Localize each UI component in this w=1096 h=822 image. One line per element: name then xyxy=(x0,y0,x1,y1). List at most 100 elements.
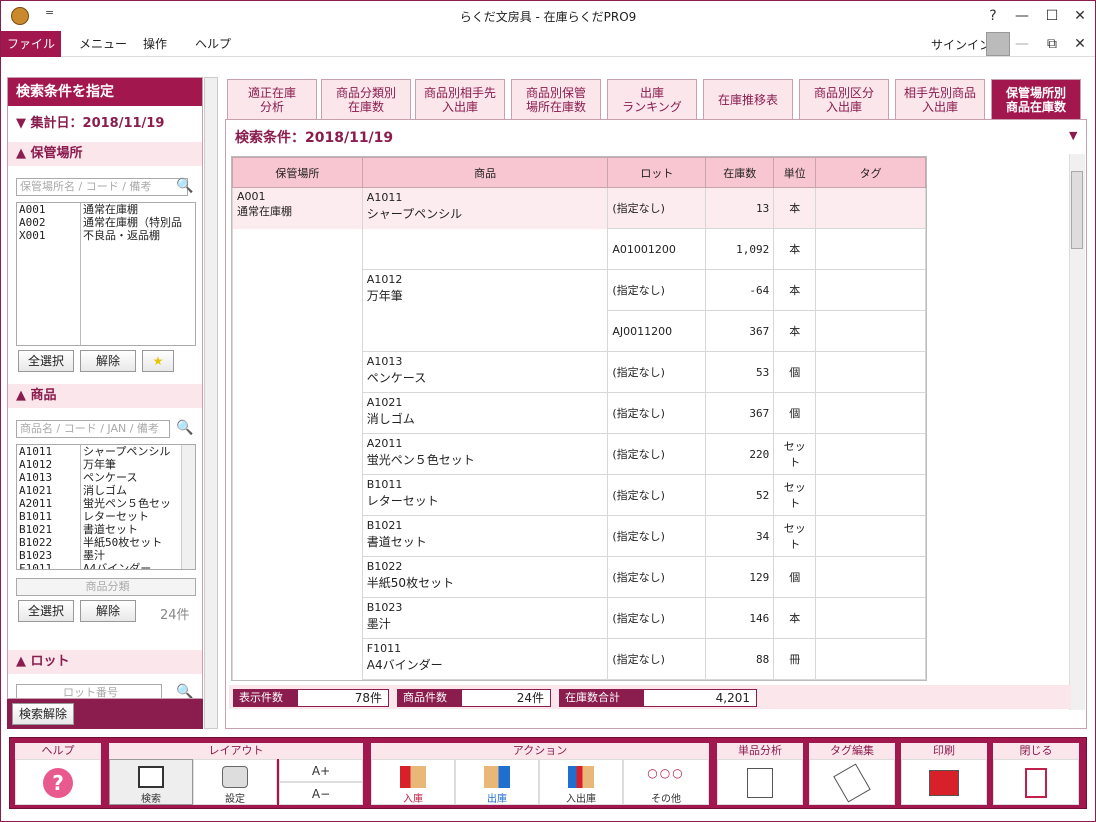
table-row[interactable]: B1023 墨汁 (指定なし) 146 本 xyxy=(232,597,926,639)
table-row[interactable]: B1011 レターセット (指定なし) 52 セット xyxy=(232,474,926,516)
ribbon-close-button[interactable]: ✕ xyxy=(1067,33,1093,55)
signin-link[interactable]: サインイン xyxy=(931,36,991,53)
tab-5[interactable]: 在庫推移表 xyxy=(703,79,793,119)
layout-icon xyxy=(138,766,164,788)
row-product-code: A2011 xyxy=(366,437,403,450)
product-code: A2011 xyxy=(19,497,53,510)
row-product-code: B1023 xyxy=(366,601,403,614)
table-row[interactable]: B1021 書道セット (指定なし) 34 セット xyxy=(232,515,926,557)
product-code: F1011 xyxy=(19,562,53,570)
menu-operation[interactable]: 操作 xyxy=(129,31,181,57)
location-select-all-button[interactable]: 全選択 xyxy=(18,350,74,372)
col-header-location[interactable]: 保管場所 xyxy=(232,157,363,188)
font-decrease-button[interactable]: A− xyxy=(279,782,363,805)
table-row[interactable]: A1013 ペンケース (指定なし) 53 個 xyxy=(232,351,926,393)
product-list[interactable]: A1011 A1012 A1013 A1021 A2011 B1011 B1021 B1022… xyxy=(16,444,196,570)
lot-section-header[interactable]: ▲ ロット xyxy=(8,650,202,674)
table-row[interactable]: A1012 万年筆 (指定なし) -64 本 xyxy=(232,269,926,311)
minimize-button[interactable]: — xyxy=(1009,5,1035,27)
receive-button[interactable]: 入庫 xyxy=(371,759,455,805)
location-section-title: 保管場所 xyxy=(30,146,83,161)
table-row[interactable]: AJ0011200 367 本 xyxy=(232,310,926,352)
product-search-icon[interactable]: 🔍 xyxy=(176,420,193,436)
tab-label-line2: 商品在庫数 xyxy=(1005,99,1066,114)
product-section-title: 商品 xyxy=(30,388,57,403)
product-list-scrollbar[interactable] xyxy=(181,445,195,569)
product-select-all-button[interactable]: 全選択 xyxy=(18,600,74,622)
table-scroll-thumb[interactable] xyxy=(1071,171,1083,249)
table-row[interactable]: F1011 A4バインダー (指定なし) 88 冊 xyxy=(232,638,926,680)
col-header-lot[interactable]: ロット xyxy=(607,157,707,188)
product-name: A4バインダー xyxy=(83,562,152,570)
location-code: X001 xyxy=(19,229,46,242)
table-row[interactable]: A001 通常在庫棚 A1011 シャープペンシル (指定なし) 13 本 xyxy=(232,187,926,229)
table-row[interactable]: A2011 蛍光ペン５色セット (指定なし) 220 セット xyxy=(232,433,926,475)
tab-1[interactable]: 商品分類別 在庫数 xyxy=(321,79,411,119)
location-search-icon[interactable]: 🔍 xyxy=(176,178,193,194)
tab-3[interactable]: 商品別保管 場所在庫数 xyxy=(511,79,601,119)
location-section-header[interactable]: ▲ 保管場所 xyxy=(8,142,202,166)
stock-total-value: 4,201 xyxy=(643,689,757,707)
location-clear-button[interactable]: 解除 xyxy=(80,350,136,372)
tab-8[interactable]: 保管場所別 商品在庫数 xyxy=(991,79,1081,119)
tab-2[interactable]: 商品別相手先 入出庫 xyxy=(415,79,505,119)
product-clear-button[interactable]: 解除 xyxy=(80,600,136,622)
tab-7[interactable]: 相手先別商品 入出庫 xyxy=(895,79,985,119)
item-analysis-button[interactable] xyxy=(717,759,803,805)
settings-button[interactable]: 設定 xyxy=(193,759,277,805)
col-header-tag[interactable]: タグ xyxy=(815,157,926,188)
font-increase-button[interactable]: A+ xyxy=(279,759,363,782)
tab-label-line2: 分析 xyxy=(259,99,284,114)
exit-door-icon xyxy=(1025,768,1047,798)
row-product-code: B1011 xyxy=(366,478,403,491)
lot-search-input[interactable]: ロット番号 xyxy=(16,684,162,698)
ship-button[interactable]: 出庫 xyxy=(455,759,539,805)
tab-6[interactable]: 商品別区分 入出庫 xyxy=(799,79,889,119)
maximize-button[interactable]: ☐ xyxy=(1039,5,1065,27)
inout-button[interactable]: 入出庫 xyxy=(539,759,623,805)
location-list[interactable]: A001 A002 X001 通常在庫棚 通常在庫棚（特別品 不良品・返品棚 xyxy=(16,202,196,346)
menu-file[interactable]: ファイル xyxy=(1,31,61,57)
ribbon-restore-button[interactable]: ⧉ xyxy=(1039,33,1065,55)
product-name: シャープペンシル xyxy=(83,445,171,458)
col-header-qty[interactable]: 在庫数 xyxy=(705,157,775,188)
ribbon-minimize-button[interactable]: — xyxy=(1009,33,1035,55)
product-code: A1011 xyxy=(19,445,53,458)
condition-toggle-icon[interactable]: ▼ xyxy=(1069,129,1077,142)
product-count-value: 24件 xyxy=(461,689,551,707)
avatar[interactable] xyxy=(986,32,1010,56)
col-header-unit[interactable]: 単位 xyxy=(773,157,817,188)
lot-search-icon[interactable]: 🔍 xyxy=(176,684,193,698)
close-button[interactable] xyxy=(993,759,1079,805)
close-window-button[interactable]: ✕ xyxy=(1067,5,1093,27)
tab-4[interactable]: 出庫 ランキング xyxy=(607,79,697,119)
other-button[interactable]: ○○○ その他 xyxy=(623,759,709,805)
product-search-input[interactable]: 商品名 / コード / JAN / 備考 xyxy=(16,420,170,438)
col-header-product[interactable]: 商品 xyxy=(361,157,609,188)
row-unit: セット xyxy=(773,515,817,557)
print-button[interactable] xyxy=(901,759,987,805)
table-row[interactable]: B1022 半紙50枚セット (指定なし) 129 個 xyxy=(232,556,926,598)
menu-help[interactable]: ヘルプ xyxy=(181,31,245,57)
product-code: B1022 xyxy=(19,536,53,549)
product-section-header[interactable]: ▲ 商品 xyxy=(8,384,202,408)
product-cell: A1013 ペンケース xyxy=(361,351,609,393)
star-icon[interactable]: ★ xyxy=(142,350,174,372)
location-search-input[interactable]: 保管場所名 / コード / 備考 xyxy=(16,178,188,196)
group-analysis: 単品分析 xyxy=(717,743,803,759)
help-icon[interactable]: ? xyxy=(980,5,1006,27)
tag-edit-button[interactable] xyxy=(809,759,895,805)
group-close: 閉じる xyxy=(993,743,1079,759)
table-row[interactable]: A01001200 1,092 本 xyxy=(232,228,926,270)
row-unit: 本 xyxy=(773,310,817,352)
row-qty: 367 xyxy=(705,310,775,352)
tab-0[interactable]: 適正在庫 分析 xyxy=(227,79,317,119)
date-section[interactable]: ▼ 集計日：2018/11/19 xyxy=(8,112,202,136)
left-panel-scrollbar[interactable] xyxy=(204,77,218,729)
table-row[interactable]: A1021 消しゴム (指定なし) 367 個 xyxy=(232,392,926,434)
help-button[interactable]: ? xyxy=(15,759,101,805)
search-layout-button[interactable]: 検索 xyxy=(109,759,193,805)
group-print: 印刷 xyxy=(901,743,987,759)
category-select[interactable]: 商品分類 xyxy=(16,578,196,596)
clear-search-button[interactable]: 検索解除 xyxy=(12,703,74,725)
